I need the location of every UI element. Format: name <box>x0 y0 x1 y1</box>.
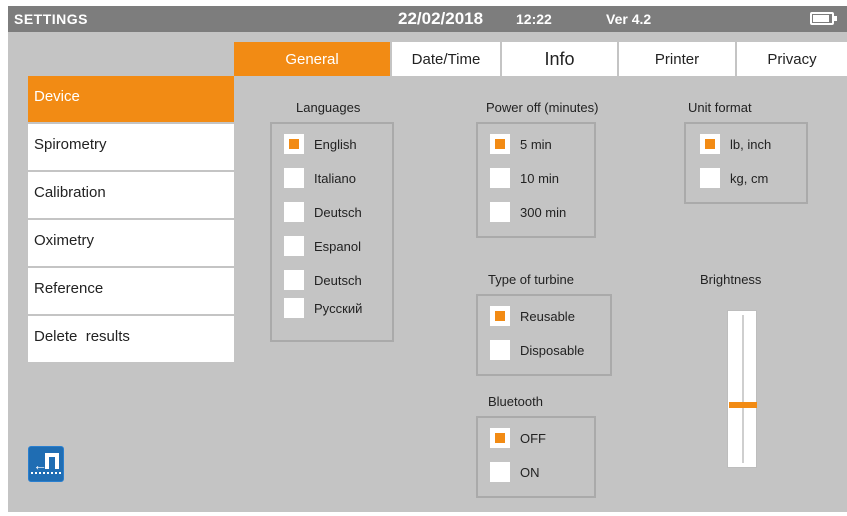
option-label: 5 min <box>520 136 552 152</box>
turbine-label: Type of turbine <box>488 272 574 287</box>
checkbox[interactable] <box>490 306 510 326</box>
tab-privacy[interactable]: Privacy <box>737 42 847 76</box>
option-label: English <box>314 136 357 152</box>
checkbox[interactable] <box>490 134 510 154</box>
tab-bar: General Date/Time Info Printer Privacy <box>234 42 847 76</box>
exit-caption-mark <box>31 472 61 477</box>
power-off-option-10[interactable]: 10 min <box>490 168 559 188</box>
battery-fill <box>813 15 829 22</box>
general-settings-panel: Languages English Italiano Deutsch Espan… <box>234 76 847 512</box>
power-off-option-300[interactable]: 300 min <box>490 202 566 222</box>
option-label: OFF <box>520 430 546 446</box>
power-off-label: Power off (minutes) <box>486 100 599 115</box>
unit-option-lb-inch[interactable]: lb, inch <box>700 134 771 154</box>
checkbox[interactable] <box>284 202 304 222</box>
language-option-deutsch-2[interactable]: Deutsch <box>284 270 362 290</box>
unit-option-kg-cm[interactable]: kg, cm <box>700 168 768 188</box>
time-display: 12:22 <box>516 11 552 27</box>
checkbox[interactable] <box>490 462 510 482</box>
option-label: Deutsch <box>314 272 362 288</box>
sidebar-item-device[interactable]: Device <box>28 76 234 124</box>
sidebar-item-calibration[interactable]: Calibration <box>28 172 234 220</box>
checkbox[interactable] <box>284 236 304 256</box>
tab-printer[interactable]: Printer <box>619 42 737 76</box>
option-label: ON <box>520 464 540 480</box>
brightness-label: Brightness <box>700 272 762 287</box>
date-display: 22/02/2018 <box>398 9 484 28</box>
brightness-slider-handle[interactable] <box>729 402 757 408</box>
tab-general[interactable]: General <box>234 42 392 76</box>
option-label: lb, inch <box>730 136 772 152</box>
languages-label: Languages <box>296 100 361 115</box>
option-label: Disposable <box>520 342 585 358</box>
language-option-italiano[interactable]: Italiano <box>284 168 356 188</box>
checkbox[interactable] <box>284 168 304 188</box>
language-option-russian[interactable]: Pyccкий <box>284 298 362 318</box>
checkbox[interactable] <box>284 134 304 154</box>
option-label: Italiano <box>314 170 356 186</box>
sidebar-item-spirometry[interactable]: Spirometry <box>28 124 234 172</box>
version-label: Ver 4.2 <box>606 11 652 27</box>
settings-screen: SETTINGS 22/02/2018 12:22 Ver 4.2 Genera… <box>8 6 847 512</box>
checkbox[interactable] <box>284 298 304 318</box>
page-title: SETTINGS <box>14 11 89 27</box>
option-label: 10 min <box>520 170 560 186</box>
checkbox[interactable] <box>490 428 510 448</box>
language-option-english[interactable]: English <box>284 134 357 154</box>
option-label: Deutsch <box>314 204 362 220</box>
checkbox[interactable] <box>490 202 510 222</box>
slider-line <box>742 315 744 463</box>
tab-date-time[interactable]: Date/Time <box>392 42 502 76</box>
sidebar-item-delete-results[interactable]: Delete results <box>28 316 234 364</box>
status-bar: SETTINGS 22/02/2018 12:22 Ver 4.2 <box>8 6 847 32</box>
bluetooth-option-off[interactable]: OFF <box>490 428 546 448</box>
turbine-option-reusable[interactable]: Reusable <box>490 306 575 326</box>
exit-door-icon <box>45 453 59 469</box>
checkbox[interactable] <box>284 270 304 290</box>
checkbox[interactable] <box>700 134 720 154</box>
option-label: Pyccкий <box>314 300 363 316</box>
checkbox[interactable] <box>700 168 720 188</box>
option-label: Reusable <box>520 308 575 324</box>
bluetooth-option-on[interactable]: ON <box>490 462 540 482</box>
option-label: kg, cm <box>730 170 769 186</box>
language-option-espanol[interactable]: Espanol <box>284 236 361 256</box>
power-off-option-5[interactable]: 5 min <box>490 134 552 154</box>
brightness-slider[interactable] <box>727 310 757 468</box>
unit-format-label: Unit format <box>688 100 752 115</box>
turbine-option-disposable[interactable]: Disposable <box>490 340 584 360</box>
language-option-deutsch[interactable]: Deutsch <box>284 202 362 222</box>
battery-icon <box>810 12 837 25</box>
sidebar-item-oximetry[interactable]: Oximetry <box>28 220 234 268</box>
option-label: Espanol <box>314 238 361 254</box>
tab-info[interactable]: Info <box>502 42 619 76</box>
exit-button[interactable]: ← <box>28 446 64 482</box>
sidebar-menu: Device Spirometry Calibration Oximetry R… <box>28 76 234 364</box>
option-label: 300 min <box>520 204 567 220</box>
bluetooth-label: Bluetooth <box>488 394 543 409</box>
sidebar-item-reference[interactable]: Reference <box>28 268 234 316</box>
checkbox[interactable] <box>490 168 510 188</box>
checkbox[interactable] <box>490 340 510 360</box>
